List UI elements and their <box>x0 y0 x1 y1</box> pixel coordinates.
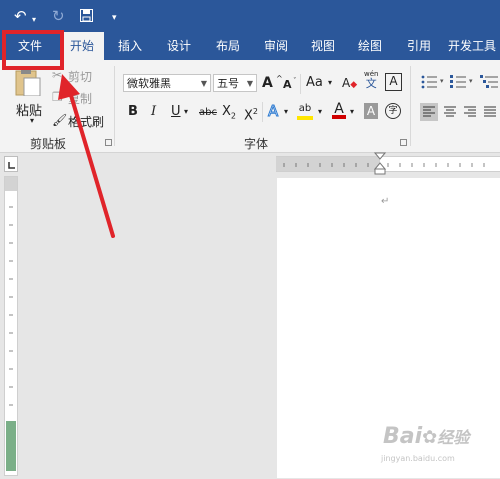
annotation-arrow-icon <box>58 74 115 238</box>
